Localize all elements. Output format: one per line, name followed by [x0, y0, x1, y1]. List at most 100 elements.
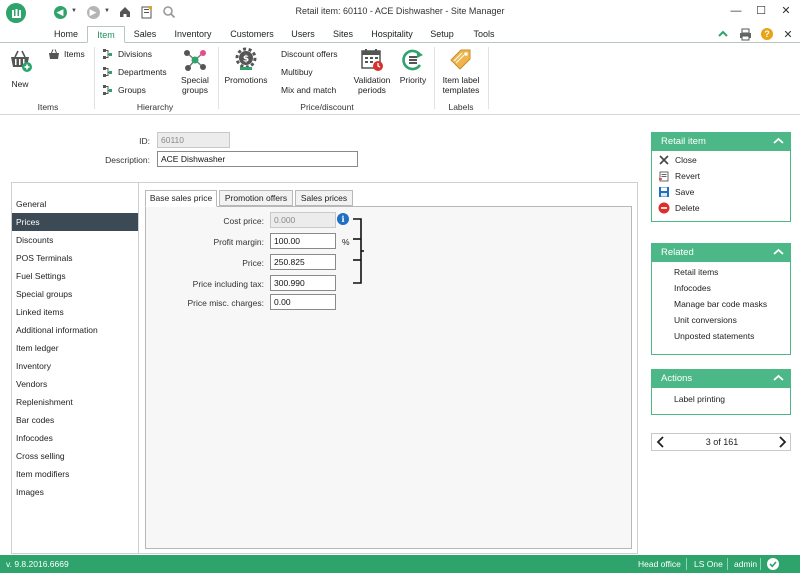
next-record-icon[interactable] — [775, 435, 789, 449]
nav-item-bar-codes[interactable]: Bar codes — [12, 411, 138, 429]
price-misc-charges-field[interactable]: 0.00 — [270, 294, 336, 310]
new-label: New — [11, 79, 29, 89]
priority-icon — [400, 47, 426, 73]
window-title: Retail item: 60110 - ACE Dishwasher - Si… — [295, 6, 505, 16]
connection-status-icon[interactable] — [767, 558, 779, 570]
chevron-up-icon[interactable] — [773, 247, 784, 258]
price-including-tax-label: Price including tax: — [192, 279, 264, 289]
nav-item-discounts[interactable]: Discounts — [12, 231, 138, 249]
tab-hospitality[interactable]: Hospitality — [368, 26, 416, 42]
related-link-retail-items[interactable]: Retail items — [674, 267, 718, 277]
ribbon-separator — [94, 47, 95, 109]
special-groups-button[interactable]: Special groups — [176, 47, 214, 95]
close-tab-icon[interactable]: ✕ — [781, 27, 795, 41]
close-x-icon — [658, 154, 670, 166]
nav-item-item-modifiers[interactable]: Item modifiers — [12, 465, 138, 483]
price-field[interactable]: 250.825 — [270, 254, 336, 270]
new-button[interactable]: New — [6, 47, 34, 89]
tab-promotion-offers[interactable]: Promotion offers — [219, 190, 293, 206]
tab-sales-prices[interactable]: Sales prices — [295, 190, 353, 206]
related-panel-title: Related — [661, 247, 694, 258]
departments-button[interactable]: Departments — [102, 65, 167, 79]
chevron-up-icon[interactable] — [773, 373, 784, 384]
minimize-button[interactable]: — — [729, 4, 743, 18]
tab-setup[interactable]: Setup — [428, 26, 456, 42]
actions-panel-title: Actions — [661, 373, 693, 384]
network-icon — [182, 47, 208, 73]
items-button[interactable]: Items — [48, 47, 85, 61]
close-button[interactable]: Close — [658, 153, 697, 167]
divisions-label: Divisions — [118, 49, 153, 59]
nav-item-linked-items[interactable]: Linked items — [12, 303, 138, 321]
delete-button[interactable]: Delete — [658, 201, 700, 215]
hierarchy-icon — [102, 84, 114, 96]
item-label-templates-button[interactable]: Item label templates — [439, 47, 483, 95]
retail-item-panel: Retail item Close Revert Save Delete — [651, 132, 791, 222]
group-label-labels: Labels — [448, 102, 474, 112]
base-sales-price-panel: Cost price: 0.000 i Profit margin: 100.0… — [145, 206, 632, 549]
groups-label: Groups — [118, 85, 146, 95]
groups-button[interactable]: Groups — [102, 83, 146, 97]
validation-periods-button[interactable]: Validation periods — [350, 47, 394, 95]
nav-item-general[interactable]: General — [12, 195, 138, 213]
tab-item[interactable]: Item — [87, 26, 125, 43]
divisions-button[interactable]: Divisions — [102, 47, 152, 61]
status-separator — [760, 558, 761, 570]
tab-base-sales-price[interactable]: Base sales price — [145, 190, 217, 207]
tab-home[interactable]: Home — [50, 26, 82, 42]
tab-inventory[interactable]: Inventory — [170, 26, 216, 42]
nav-item-replenishment[interactable]: Replenishment — [12, 393, 138, 411]
print-icon[interactable] — [738, 27, 752, 41]
related-link-manage-bar-code-masks[interactable]: Manage bar code masks — [674, 299, 767, 309]
tab-sites[interactable]: Sites — [330, 26, 356, 42]
related-link-unit-conversions[interactable]: Unit conversions — [674, 315, 737, 325]
nav-item-inventory[interactable]: Inventory — [12, 357, 138, 375]
nav-item-cross-selling[interactable]: Cross selling — [12, 447, 138, 465]
description-field[interactable]: ACE Dishwasher — [157, 151, 358, 167]
help-icon[interactable]: ? — [760, 27, 774, 41]
promotions-button[interactable]: $ Promotions — [222, 47, 270, 85]
nav-item-vendors[interactable]: Vendors — [12, 375, 138, 393]
mix-and-match-button[interactable]: Mix and match — [281, 83, 336, 97]
save-label: Save — [675, 187, 695, 197]
action-link-label-printing[interactable]: Label printing — [674, 394, 725, 404]
collapse-ribbon-icon[interactable] — [716, 27, 730, 41]
price-label: Price: — [242, 258, 264, 268]
maximize-button[interactable]: ☐ — [754, 4, 768, 18]
chevron-up-icon[interactable] — [773, 136, 784, 147]
multibuy-button[interactable]: Multibuy — [281, 65, 313, 79]
discount-offers-button[interactable]: Discount offers — [281, 47, 338, 61]
profit-margin-label: Profit margin: — [213, 237, 264, 247]
nav-item-special-groups[interactable]: Special groups — [12, 285, 138, 303]
save-button[interactable]: Save — [658, 185, 694, 199]
tab-users[interactable]: Users — [288, 26, 318, 42]
close-window-button[interactable]: ✕ — [779, 4, 793, 18]
id-label: ID: — [139, 136, 150, 146]
related-link-infocodes[interactable]: Infocodes — [674, 283, 711, 293]
nav-item-images[interactable]: Images — [12, 483, 138, 501]
nav-item-fuel-settings[interactable]: Fuel Settings — [12, 267, 138, 285]
retail-item-panel-header[interactable]: Retail item — [652, 133, 790, 151]
delete-icon — [658, 202, 670, 214]
ribbon: New Items Items Divisions Departments Gr… — [0, 42, 800, 115]
nav-item-prices[interactable]: Prices — [12, 213, 138, 231]
nav-item-infocodes[interactable]: Infocodes — [12, 429, 138, 447]
nav-item-pos-terminals[interactable]: POS Terminals — [12, 249, 138, 267]
related-panel-header[interactable]: Related — [652, 244, 790, 262]
items-label: Items — [64, 49, 85, 59]
actions-panel-header[interactable]: Actions — [652, 370, 790, 388]
nav-item-additional-information[interactable]: Additional information — [12, 321, 138, 339]
cost-price-label: Cost price: — [223, 216, 264, 226]
tab-tools[interactable]: Tools — [470, 26, 498, 42]
nav-item-item-ledger[interactable]: Item ledger — [12, 339, 138, 357]
profit-margin-field[interactable]: 100.00 — [270, 233, 336, 249]
info-icon[interactable]: i — [337, 213, 349, 225]
price-including-tax-field[interactable]: 300.990 — [270, 275, 336, 291]
item-label-templates-label-line2: templates — [442, 85, 480, 95]
related-link-unposted-statements[interactable]: Unposted statements — [674, 331, 754, 341]
revert-button[interactable]: Revert — [658, 169, 700, 183]
tab-customers[interactable]: Customers — [228, 26, 276, 42]
product-text: LS One — [694, 559, 723, 569]
tab-sales[interactable]: Sales — [130, 26, 160, 42]
priority-button[interactable]: Priority — [396, 47, 430, 85]
